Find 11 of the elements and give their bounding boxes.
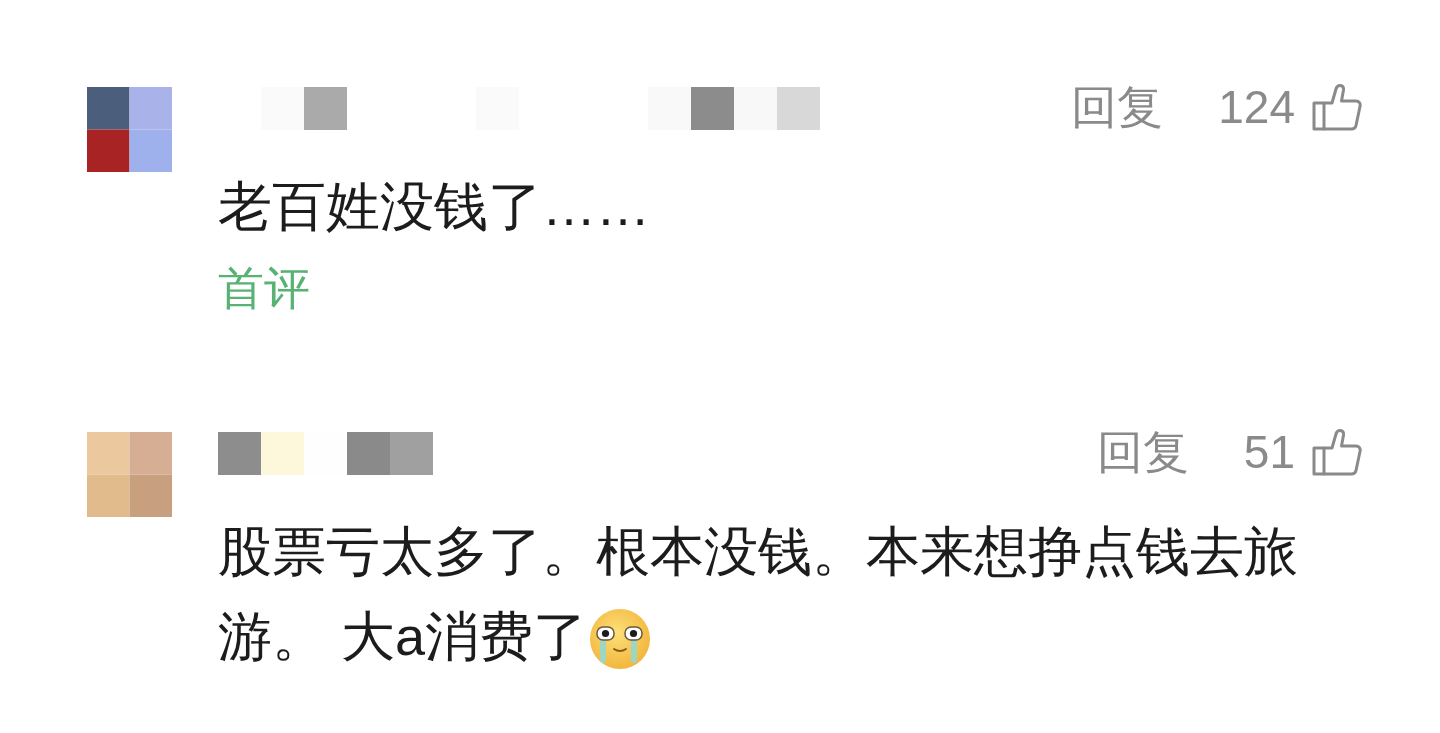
thumbs-up-icon [1312, 82, 1362, 131]
crying-face-icon [589, 607, 652, 670]
first-comment-label: 首评 [218, 261, 310, 316]
comment-text-line: 股票亏太多了。根本没钱。本来想挣点钱去旅 [218, 520, 1298, 583]
comment-text-line: 老百姓没钱了…… [218, 175, 650, 238]
reply-button[interactable]: 回复 [1071, 83, 1164, 130]
comment-text-line: 游。 大a消费了 [218, 605, 588, 668]
like-button[interactable]: 124 [1218, 82, 1362, 131]
like-button[interactable]: 51 [1243, 427, 1362, 476]
thumbs-up-icon [1312, 427, 1362, 476]
reply-button[interactable]: 回复 [1096, 428, 1189, 475]
